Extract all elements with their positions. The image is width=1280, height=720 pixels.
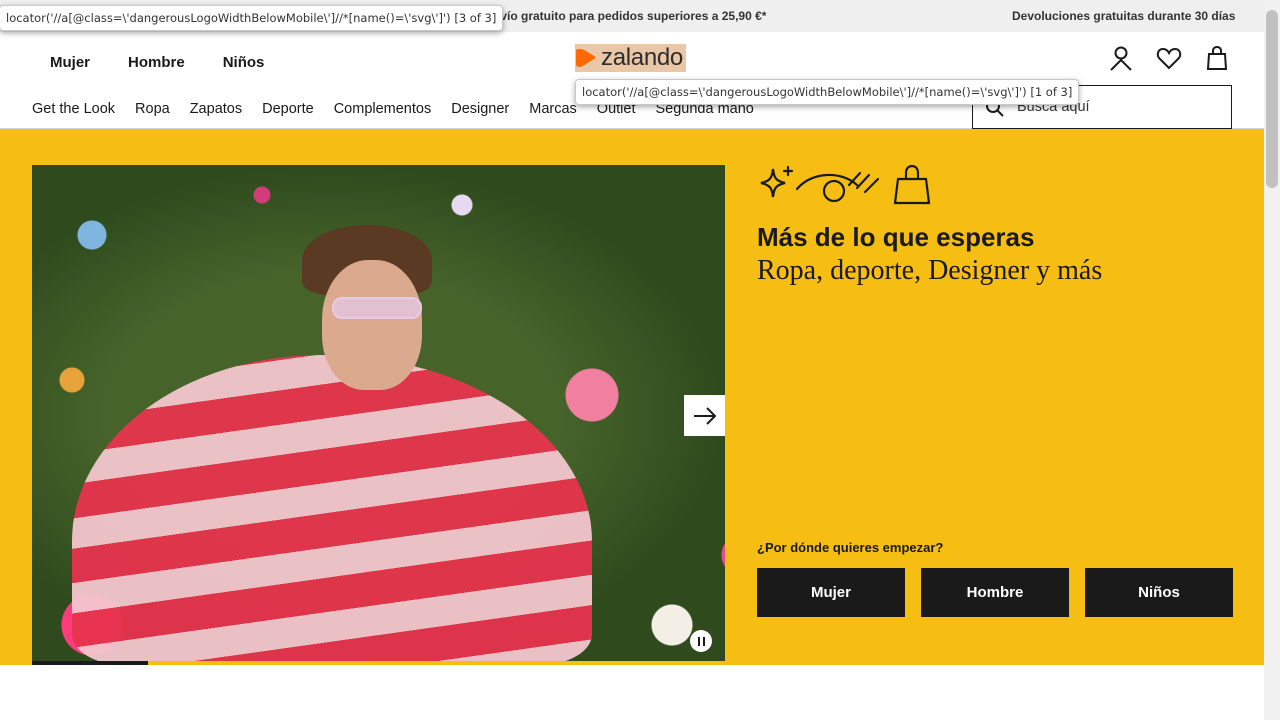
cat-designer[interactable]: Designer	[451, 101, 509, 117]
gender-nav-kids[interactable]: Niños	[223, 54, 265, 71]
zalando-logo[interactable]: zalando	[575, 44, 686, 72]
cat-ropa[interactable]: Ropa	[135, 101, 170, 117]
free-shipping-text: nvío gratuito para pedidos superiores a …	[493, 9, 767, 23]
carousel-progress	[32, 661, 725, 665]
cat-get-the-look[interactable]: Get the Look	[32, 101, 115, 117]
zalando-logo-icon	[576, 49, 596, 67]
cat-zapatos[interactable]: Zapatos	[190, 101, 242, 117]
free-returns-text[interactable]: Devoluciones gratuitas durante 30 días	[1012, 9, 1235, 23]
locator-tooltip-1-of-3: locator('//a[@class=\'dangerousLogoWidth…	[575, 79, 1080, 105]
hero-subtitle: Ropa, deporte, Designer y más	[757, 255, 1103, 286]
carousel-progress-fill	[32, 661, 148, 665]
arrow-right-icon	[693, 406, 716, 425]
carousel-next-button[interactable]	[684, 395, 725, 436]
hero-question: ¿Por dónde quieres empezar?	[757, 540, 944, 555]
pause-icon	[697, 636, 700, 646]
cat-complementos[interactable]: Complementos	[334, 101, 432, 117]
user-icon[interactable]	[1108, 45, 1134, 71]
hero-image-glasses	[332, 297, 422, 319]
hero-button-hombre[interactable]: Hombre	[921, 568, 1069, 617]
heart-icon[interactable]	[1156, 45, 1182, 71]
hero-button-ninos[interactable]: Niños	[1085, 568, 1233, 617]
pause-icon-bar	[702, 636, 705, 646]
carousel-pause-button[interactable]	[690, 630, 712, 652]
hero-gender-buttons: Mujer Hombre Niños	[757, 568, 1233, 617]
page-scrollbar-thumb[interactable]	[1266, 10, 1278, 188]
header-icons	[1108, 45, 1230, 71]
hero-banner: Más de lo que esperas Ropa, deporte, Des…	[0, 129, 1264, 665]
logo-text: zalando	[601, 44, 683, 71]
cat-deporte[interactable]: Deporte	[262, 101, 314, 117]
bag-icon[interactable]	[1204, 45, 1230, 71]
gender-nav-men[interactable]: Hombre	[128, 54, 185, 71]
hero-button-mujer[interactable]: Mujer	[757, 568, 905, 617]
sparkle-eye-bag-doodle-icon	[760, 164, 931, 205]
hero-image[interactable]	[32, 165, 725, 661]
hero-image-sweater	[72, 355, 592, 661]
hero-title: Más de lo que esperas	[757, 222, 1035, 252]
hero-image-face	[322, 260, 422, 390]
cat-marcas[interactable]: Marcas	[529, 101, 577, 117]
gender-nav-women[interactable]: Mujer	[50, 54, 90, 71]
locator-tooltip-3-of-3: locator('//a[@class=\'dangerousLogoWidth…	[0, 5, 504, 31]
gender-nav: Mujer Hombre Niños	[50, 54, 264, 71]
